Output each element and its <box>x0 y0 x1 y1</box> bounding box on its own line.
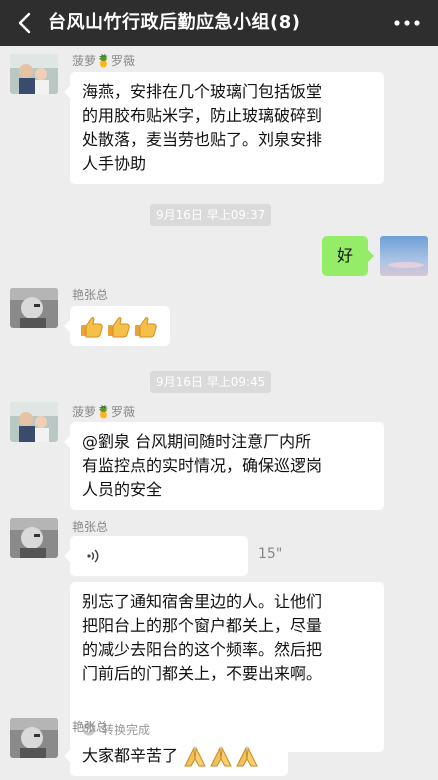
thumbs-up-icon <box>81 316 103 337</box>
praying-hands-icon <box>210 745 232 766</box>
voice-wave-icon <box>87 549 99 563</box>
message-text-line: 人员的安全 <box>82 480 163 499</box>
message-text-line: 人手协助 <box>82 154 147 173</box>
praying-hands-emoji-group <box>184 745 258 766</box>
praying-hands-icon <box>184 745 206 766</box>
thumbs-up-icon <box>108 316 130 337</box>
message-bubble[interactable]: 大家都辛苦了 <box>64 736 288 776</box>
timestamp: 9月16日 早上09:45 <box>150 371 272 393</box>
chat-title: 台风山竹行政后勤应急小组(8) <box>48 12 301 33</box>
voice-message-bubble[interactable] <box>64 536 248 576</box>
chevron-left-icon[interactable] <box>14 11 36 35</box>
sender-name: 艳张总 <box>72 720 109 734</box>
message-bubble[interactable] <box>64 306 170 346</box>
message-text: 好 <box>336 246 353 265</box>
message-text-line: 处散落，麦当劳也贴了。刘泉安排 <box>82 130 323 149</box>
sender-name: 菠萝🍍罗薇 <box>72 405 135 419</box>
avatar-self[interactable] <box>380 236 428 276</box>
avatar-yanzhang[interactable] <box>10 288 58 328</box>
chat-header: 台风山竹行政后勤应急小组(8) <box>0 0 438 46</box>
message-text-line: 的用胶布贴米字，防止玻璃破碎到 <box>82 106 323 125</box>
thumbs-up-icon <box>135 316 157 337</box>
convert-status-text: 转换完成 <box>102 723 151 737</box>
avatar-yanzhang[interactable] <box>10 718 58 758</box>
timestamp: 9月16日 早上09:37 <box>150 204 272 226</box>
message-text: 大家都辛苦了 <box>82 746 179 765</box>
message-text-line: 把阳台上的那个窗户都关上，尽量 <box>82 616 323 635</box>
message-bubble[interactable]: @劉泉 台风期间随时注意厂内所 有监控点的实时情况，确保巡逻岗 人员的安全 <box>64 422 384 510</box>
avatar-luowei[interactable] <box>10 54 58 94</box>
sender-name: 艳张总 <box>72 520 109 534</box>
thumbs-up-emoji-group <box>81 316 157 337</box>
message-bubble-self[interactable]: 好 <box>322 236 374 276</box>
avatar-luowei[interactable] <box>10 402 58 442</box>
sender-name: 菠萝🍍罗薇 <box>72 54 135 68</box>
voice-duration: 15" <box>258 546 283 562</box>
message-text-line: 的减少去阳台的这个频率。然后把 <box>82 640 323 659</box>
message-text-line: 别忘了通知宿舍里边的人。让他们 <box>82 592 323 611</box>
avatar-yanzhang[interactable] <box>10 518 58 558</box>
message-text-line: @劉泉 台风期间随时注意厂内所 <box>82 432 312 451</box>
message-list[interactable]: 菠萝🍍罗薇 海燕，安排在几个玻璃门包括饭堂 的用胶布贴米字，防止玻璃破碎到 处散… <box>0 46 438 780</box>
transcription-bubble[interactable]: 别忘了通知宿舍里边的人。让他们 把阳台上的那个窗户都关上，尽量 的减少去阳台的这… <box>70 582 384 752</box>
sender-name: 艳张总 <box>72 288 109 302</box>
more-dots-icon[interactable] <box>392 12 422 34</box>
message-text-line: 有监控点的实时情况，确保巡逻岗 <box>82 456 323 475</box>
praying-hands-icon <box>236 745 258 766</box>
message-bubble[interactable]: 海燕，安排在几个玻璃门包括饭堂 的用胶布贴米字，防止玻璃破碎到 处散落，麦当劳也… <box>64 72 384 184</box>
message-text-line: 海燕，安排在几个玻璃门包括饭堂 <box>82 82 323 101</box>
message-text-line: 门前后的门都关上，不要出来啊。 <box>82 664 323 683</box>
